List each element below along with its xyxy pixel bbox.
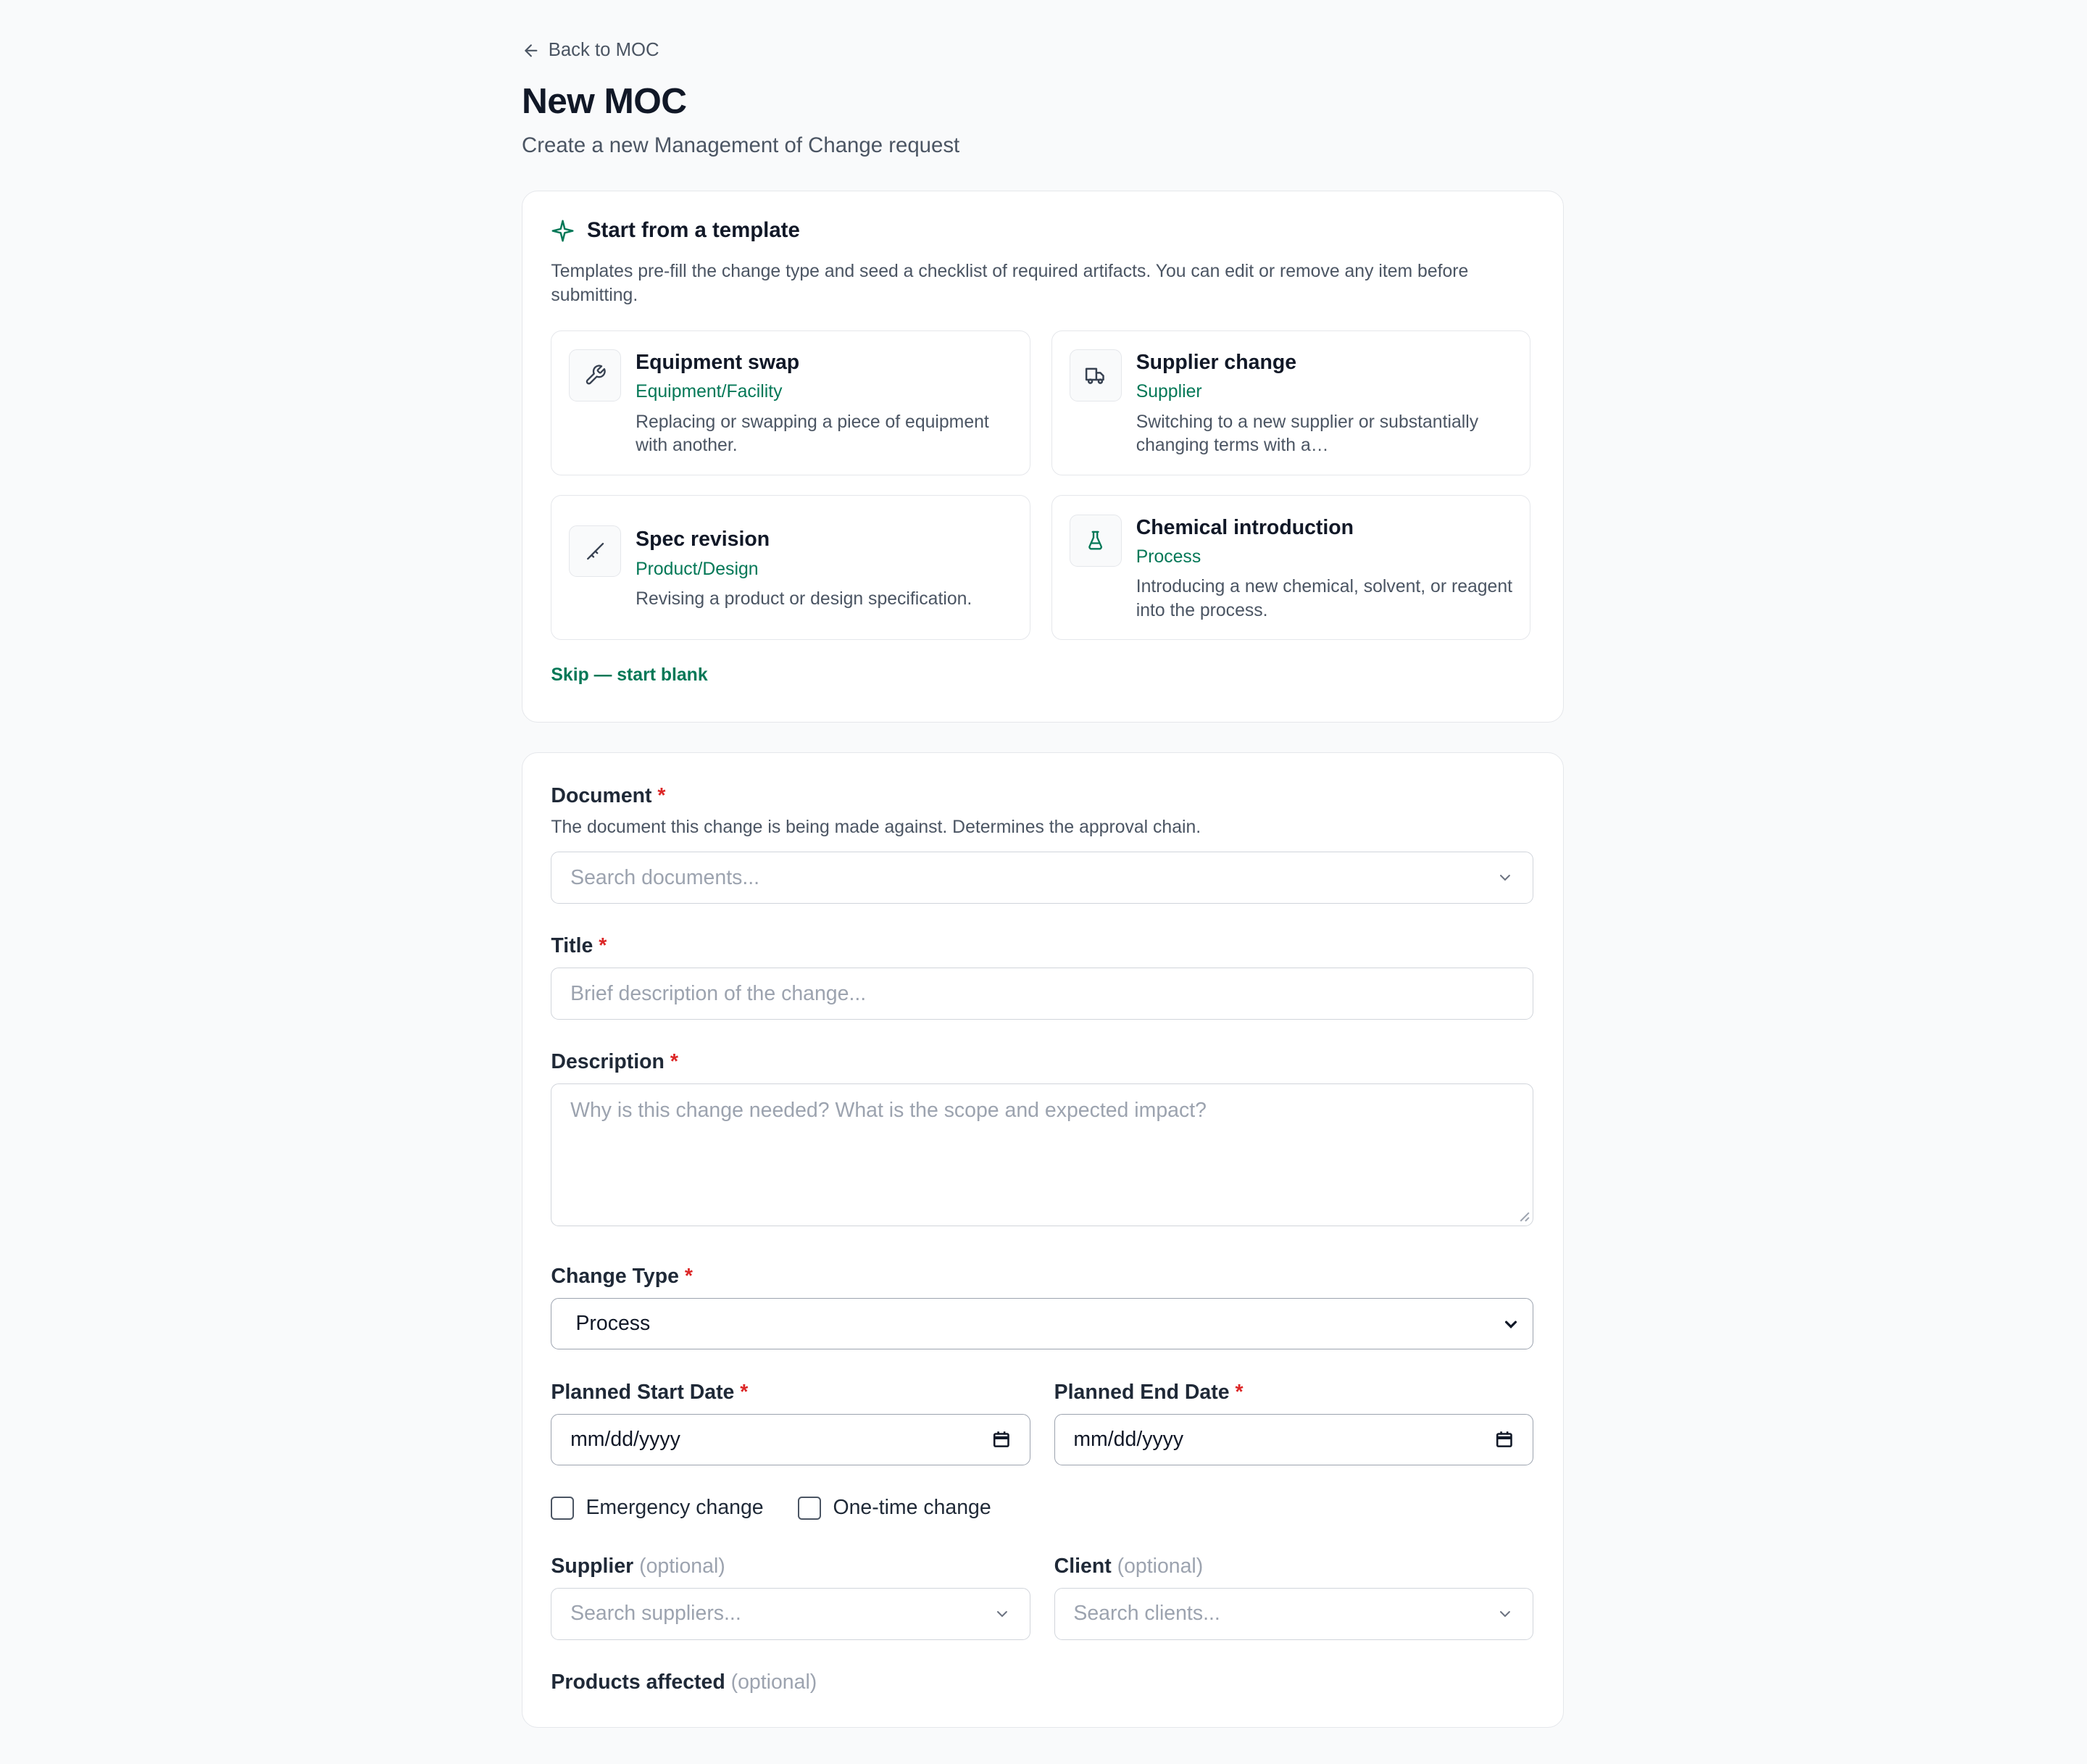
template-description: Templates pre-fill the change type and s… <box>551 262 1469 306</box>
checkbox-box[interactable] <box>798 1497 821 1520</box>
start-date-label: Planned Start Date * <box>551 1381 748 1405</box>
document-label: Document * <box>551 784 665 808</box>
flask-icon <box>1088 531 1103 550</box>
title-placeholder: Brief description of the change... <box>570 981 867 1005</box>
client-label: Client (optional) <box>1054 1555 1204 1578</box>
optional-marker: (optional) <box>1117 1555 1204 1578</box>
template-spec-revision[interactable]: Spec revision Product/Design Revising a … <box>551 495 1030 641</box>
chevron-down-icon <box>996 1611 1007 1618</box>
checkbox-label: Emergency change <box>586 1496 764 1520</box>
description-placeholder: Why is this change needed? What is the s… <box>570 1099 1207 1123</box>
template-name: Chemical introduction <box>1136 515 1354 539</box>
truck-icon <box>1086 367 1104 384</box>
change-type-select[interactable]: Process <box>551 1297 1533 1350</box>
end-date-label: Planned End Date * <box>1054 1381 1244 1405</box>
chevron-down-icon <box>1500 1611 1511 1618</box>
template-type: Product/Design <box>636 559 759 579</box>
start-date-input[interactable]: mm/dd/yyyy <box>551 1413 1030 1466</box>
chevron-down-icon <box>1500 875 1511 881</box>
supplier-search-select[interactable]: Search suppliers... <box>551 1588 1030 1640</box>
template-icon-box <box>1069 349 1122 402</box>
optional-marker: (optional) <box>730 1671 817 1694</box>
required-marker: * <box>684 1264 693 1288</box>
chevron-down-icon <box>1505 1320 1517 1328</box>
template-type: Supplier <box>1136 382 1202 402</box>
required-marker: * <box>599 934 607 958</box>
supplier-label: Supplier (optional) <box>551 1555 725 1578</box>
emergency-change-checkbox[interactable]: Emergency change <box>551 1496 764 1520</box>
skip-start-blank-link[interactable]: Skip — start blank <box>551 665 707 686</box>
template-name: Spec revision <box>636 528 770 552</box>
document-label-text: Document <box>551 783 652 807</box>
required-marker: * <box>1235 1380 1244 1404</box>
arrow-left-icon <box>525 44 538 57</box>
end-date-label-text: Planned End Date <box>1054 1380 1230 1404</box>
supplier-label-text: Supplier <box>551 1555 634 1578</box>
change-type-value: Process <box>575 1312 651 1336</box>
template-chemical-introduction[interactable]: Chemical introduction Process Introducin… <box>1051 495 1531 641</box>
title-label-text: Title <box>551 934 593 958</box>
client-search-select[interactable]: Search clients... <box>1054 1588 1533 1640</box>
sparkle-icon <box>551 220 574 242</box>
template-text-desc: Switching to a new supplier or substanti… <box>1136 412 1479 455</box>
template-name: Equipment swap <box>636 351 800 375</box>
title-input[interactable]: Brief description of the change... <box>551 968 1533 1020</box>
required-marker: * <box>740 1380 749 1404</box>
start-date-value: mm/dd/yyyy <box>570 1427 680 1451</box>
back-to-moc-link[interactable]: Back to MOC <box>522 37 659 64</box>
template-header: Start from a template <box>551 218 800 243</box>
checkbox-row: Emergency change One-time change <box>551 1496 991 1520</box>
end-date-value: mm/dd/yyyy <box>1073 1427 1184 1451</box>
client-label-text: Client <box>1054 1555 1112 1578</box>
change-type-label: Change Type * <box>551 1265 693 1289</box>
template-name: Supplier change <box>1136 351 1297 375</box>
template-text-desc: Introducing a new chemical, solvent, or … <box>1136 577 1513 620</box>
template-text-desc: Replacing or swapping a piece of equipme… <box>636 412 989 455</box>
title-label: Title * <box>551 934 607 958</box>
page-title: New MOC <box>521 80 687 122</box>
calendar-icon[interactable] <box>1495 1431 1514 1449</box>
template-grid: Equipment swap Equipment/Facility Replac… <box>551 330 1533 644</box>
ruler-icon <box>586 542 604 560</box>
back-link-label: Back to MOC <box>548 40 659 61</box>
required-marker: * <box>670 1050 678 1074</box>
resize-grip-icon[interactable] <box>1518 1210 1530 1223</box>
one-time-change-checkbox[interactable]: One-time change <box>798 1496 991 1520</box>
template-icon-box <box>1069 514 1122 567</box>
description-textarea[interactable]: Why is this change needed? What is the s… <box>551 1083 1533 1226</box>
optional-marker: (optional) <box>639 1555 725 1578</box>
template-type: Equipment/Facility <box>636 382 783 402</box>
products-affected-label: Products affected (optional) <box>551 1671 817 1694</box>
description-label-text: Description <box>551 1050 665 1074</box>
template-text: Chemical introduction Process Introducin… <box>1136 515 1515 623</box>
start-date-label-text: Planned Start Date <box>551 1380 735 1404</box>
description-label: Description * <box>551 1050 678 1074</box>
template-icon-box <box>569 349 622 402</box>
end-date-input[interactable]: mm/dd/yyyy <box>1054 1413 1533 1466</box>
calendar-icon[interactable] <box>992 1431 1011 1449</box>
client-placeholder: Search clients... <box>1073 1602 1220 1626</box>
required-marker: * <box>657 783 666 807</box>
document-help: The document this change is being made a… <box>551 817 1201 837</box>
template-type: Process <box>1136 547 1201 567</box>
document-search-select[interactable]: Search documents... <box>551 852 1533 904</box>
template-icon-box <box>569 525 622 578</box>
checkbox-box[interactable] <box>551 1497 574 1520</box>
document-placeholder: Search documents... <box>570 865 760 889</box>
page-subtitle: Create a new Management of Change reques… <box>521 133 960 157</box>
template-text-desc: Revising a product or design specificati… <box>636 588 972 609</box>
wrench-icon <box>586 365 606 385</box>
template-text: Spec revision Product/Design Revising a … <box>636 526 1015 611</box>
change-type-label-text: Change Type <box>551 1264 679 1288</box>
template-text: Equipment swap Equipment/Facility Replac… <box>636 349 1015 457</box>
template-supplier-change[interactable]: Supplier change Supplier Switching to a … <box>1051 330 1531 475</box>
template-header-title: Start from a template <box>586 218 800 243</box>
products-label-text: Products affected <box>551 1671 725 1694</box>
checkbox-label: One-time change <box>833 1496 991 1520</box>
template-text: Supplier change Supplier Switching to a … <box>1136 349 1515 457</box>
template-equipment-swap[interactable]: Equipment swap Equipment/Facility Replac… <box>551 330 1030 475</box>
supplier-placeholder: Search suppliers... <box>570 1602 741 1626</box>
